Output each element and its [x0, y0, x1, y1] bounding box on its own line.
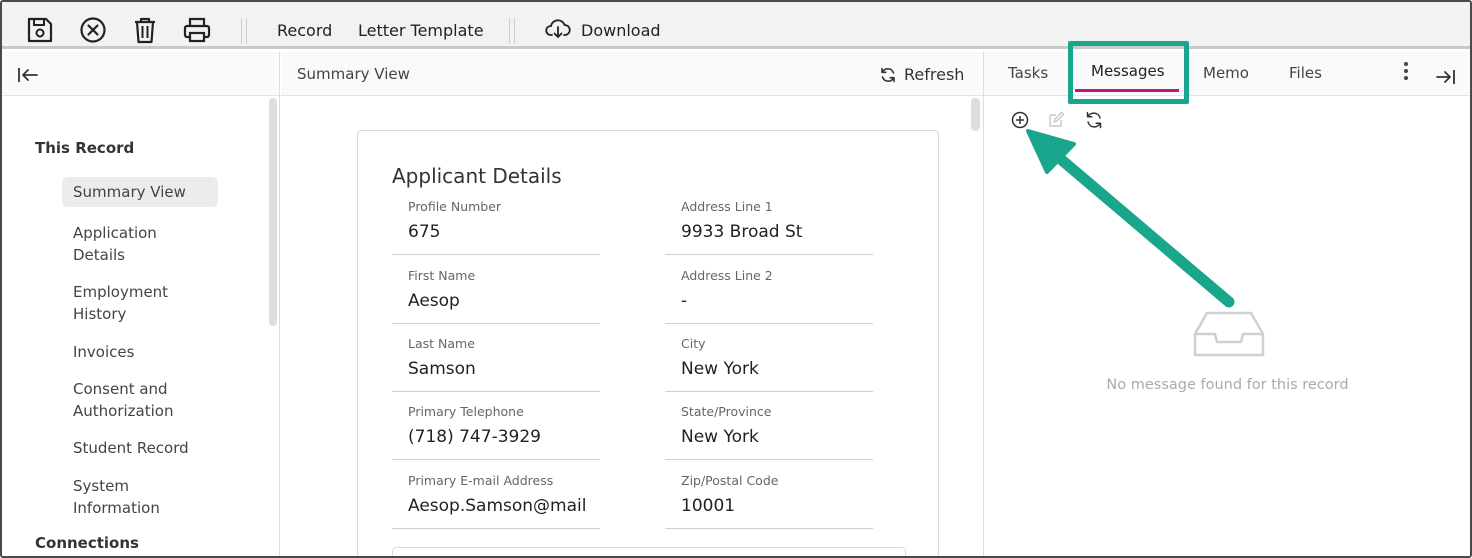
primary-email-field[interactable]: Primary E-mail Address Aesop.Samson@mail… — [392, 473, 600, 529]
field-value: Samson — [408, 359, 476, 379]
collapse-right-icon[interactable] — [1435, 68, 1457, 86]
tab-files[interactable]: Files — [1289, 64, 1322, 82]
sidebar-item-label: System Information — [73, 477, 160, 517]
first-name-field[interactable]: First Name Aesop — [392, 268, 600, 324]
card-title: Applicant Details — [392, 164, 562, 188]
sidebar-section-this-record: This Record — [35, 139, 135, 157]
main-header: Summary View Refresh — [281, 52, 983, 96]
field-value: 675 — [408, 222, 441, 242]
field-label: First Name — [408, 268, 476, 283]
address-line-2-field[interactable]: Address Line 2 - — [665, 268, 873, 324]
record-button[interactable]: Record — [277, 21, 332, 40]
field-value: New York — [681, 427, 759, 447]
annotation-arrow — [1026, 129, 1235, 308]
last-name-field[interactable]: Last Name Samson — [392, 336, 600, 392]
refresh-label: Refresh — [904, 65, 965, 84]
toolbar-separator — [241, 18, 247, 44]
field-value: - — [681, 291, 688, 311]
applicant-details-card: Applicant Details Profile Number 675 Add… — [357, 130, 939, 556]
field-label: Address Line 1 — [681, 199, 773, 214]
field-label: Last Name — [408, 336, 475, 351]
profile-number-field[interactable]: Profile Number 675 — [392, 199, 600, 255]
field-label: Address Line 2 — [681, 268, 773, 283]
sidebar-section-connections[interactable]: Connections — [35, 534, 139, 552]
main-scrollbar[interactable] — [971, 98, 980, 131]
sidebar-item-employment-history[interactable]: Employment History — [62, 277, 218, 329]
messages-tab-highlight — [1068, 41, 1189, 104]
app-window: Record Letter Template Download This Rec… — [0, 0, 1472, 558]
sidebar-item-label: Consent and Authorization — [73, 380, 174, 420]
main-panel: Summary View Refresh Applicant Details P… — [281, 52, 983, 556]
field-value: Aesop — [408, 291, 460, 311]
sidebar-item-invoices[interactable]: Invoices — [62, 337, 218, 367]
city-field[interactable]: City New York — [665, 336, 873, 392]
field-label: Zip/Postal Code — [681, 473, 779, 488]
sidebar-item-summary-view[interactable]: Summary View — [62, 177, 218, 207]
sidebar: This Record Summary View Application Det… — [2, 52, 280, 556]
primary-telephone-field[interactable]: Primary Telephone (718) 747-3929 — [392, 404, 600, 460]
field-label: Primary Telephone — [408, 404, 524, 419]
sidebar-item-consent-authorization[interactable]: Consent and Authorization — [62, 374, 218, 426]
sidebar-item-label: Invoices — [73, 343, 135, 361]
tab-memo[interactable]: Memo — [1203, 64, 1249, 82]
cancel-icon[interactable] — [78, 15, 108, 45]
field-label: Profile Number — [408, 199, 502, 214]
next-section-card — [392, 547, 906, 556]
sidebar-item-student-record[interactable]: Student Record — [62, 433, 218, 463]
more-options-icon[interactable] — [1402, 62, 1410, 82]
field-label: City — [681, 336, 706, 351]
collapse-left-icon[interactable] — [16, 65, 40, 85]
right-panel-tabs: Tasks Messages Memo Files — [984, 41, 1470, 104]
print-icon[interactable] — [182, 15, 212, 45]
empty-state-message: No message found for this record — [1106, 377, 1349, 393]
zip-postal-code-field[interactable]: Zip/Postal Code 10001 — [665, 473, 873, 529]
field-value: Aesop.Samson@mailinc — [408, 496, 588, 516]
sidebar-item-system-information[interactable]: System Information — [62, 471, 218, 523]
trash-icon[interactable] — [130, 15, 160, 45]
download-button[interactable]: Download — [581, 21, 661, 40]
state-province-field[interactable]: State/Province New York — [665, 404, 873, 460]
field-value: (718) 747-3929 — [408, 427, 541, 447]
toolbar: Record Letter Template Download — [2, 2, 1470, 49]
cloud-download-icon[interactable] — [545, 16, 571, 42]
address-line-1-field[interactable]: Address Line 1 9933 Broad St — [665, 199, 873, 255]
sidebar-scrollbar[interactable] — [269, 98, 277, 326]
field-value: 10001 — [681, 496, 736, 516]
field-label: State/Province — [681, 404, 772, 419]
sidebar-item-application-details[interactable]: Application Details — [62, 218, 218, 270]
field-value: 9933 Broad St — [681, 222, 803, 242]
toolbar-separator — [509, 18, 515, 44]
field-label: Primary E-mail Address — [408, 473, 554, 488]
field-value: New York — [681, 359, 759, 379]
sidebar-item-label: Summary View — [73, 183, 186, 201]
letter-template-button[interactable]: Letter Template — [358, 21, 484, 40]
sidebar-item-label: Student Record — [73, 439, 189, 457]
sidebar-header — [2, 52, 279, 96]
sidebar-item-label: Employment History — [73, 283, 169, 323]
sidebar-item-label: Application Details — [73, 224, 157, 264]
save-icon[interactable] — [25, 15, 55, 45]
tab-tasks[interactable]: Tasks — [1008, 64, 1048, 82]
refresh-icon — [881, 67, 895, 83]
page-title: Summary View — [297, 65, 410, 83]
